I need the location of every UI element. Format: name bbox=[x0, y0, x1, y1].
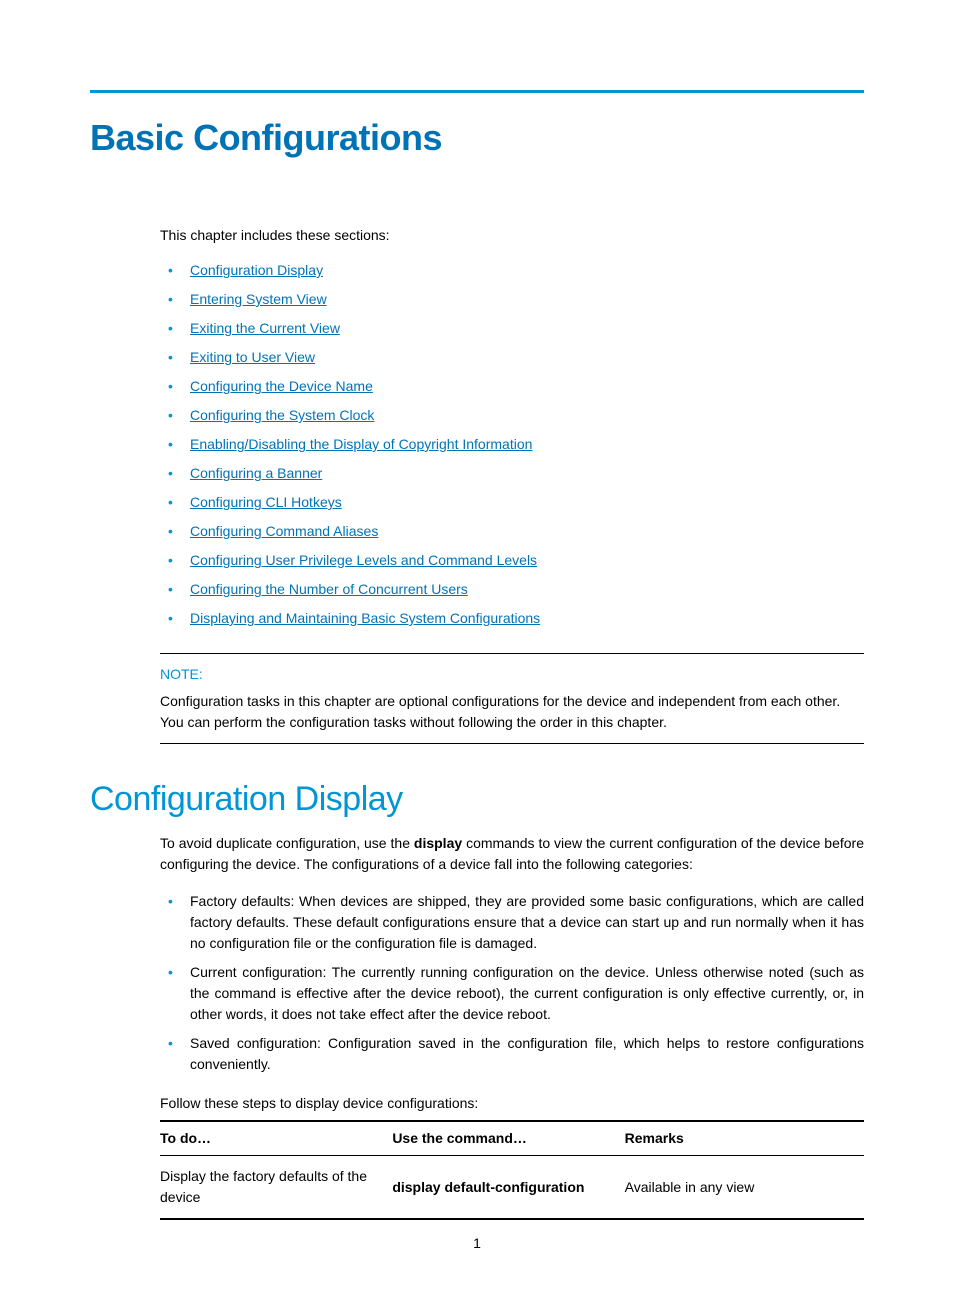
toc-link-exiting-current-view[interactable]: Exiting the Current View bbox=[190, 320, 340, 336]
text-span: To avoid duplicate configuration, use th… bbox=[160, 835, 414, 851]
intro-text: This chapter includes these sections: bbox=[160, 225, 864, 246]
toc-link-entering-system-view[interactable]: Entering System View bbox=[190, 291, 327, 307]
th-remarks: Remarks bbox=[625, 1121, 864, 1156]
table-row: Display the factory defaults of the devi… bbox=[160, 1156, 864, 1220]
th-cmd: Use the command… bbox=[392, 1121, 624, 1156]
toc-list: Configuration Display Entering System Vi… bbox=[160, 256, 864, 633]
toc-item: Exiting to User View bbox=[160, 343, 864, 372]
cell-remarks: Available in any view bbox=[625, 1156, 864, 1220]
toc-link-displaying-maintaining[interactable]: Displaying and Maintaining Basic System … bbox=[190, 610, 540, 626]
toc-item: Configuring Command Aliases bbox=[160, 517, 864, 546]
toc-link-copyright-display[interactable]: Enabling/Disabling the Display of Copyri… bbox=[190, 436, 532, 452]
toc-item: Configuration Display bbox=[160, 256, 864, 285]
toc-item: Configuring the System Clock bbox=[160, 401, 864, 430]
toc-item: Configuring the Number of Concurrent Use… bbox=[160, 575, 864, 604]
toc-item: Entering System View bbox=[160, 285, 864, 314]
th-todo: To do… bbox=[160, 1121, 392, 1156]
toc-item: Displaying and Maintaining Basic System … bbox=[160, 604, 864, 633]
page-number: 1 bbox=[0, 1233, 954, 1254]
list-item: Factory defaults: When devices are shipp… bbox=[160, 887, 864, 958]
cell-cmd: display default-configuration bbox=[392, 1156, 624, 1220]
table-header-row: To do… Use the command… Remarks bbox=[160, 1121, 864, 1156]
toc-item: Configuring a Banner bbox=[160, 459, 864, 488]
toc-link-user-privilege-levels[interactable]: Configuring User Privilege Levels and Co… bbox=[190, 552, 537, 568]
section-title: Configuration Display bbox=[90, 774, 864, 825]
toc-link-configuration-display[interactable]: Configuration Display bbox=[190, 262, 323, 278]
list-item: Current configuration: The currently run… bbox=[160, 958, 864, 1029]
bold-keyword: display bbox=[414, 835, 462, 851]
toc-link-configuring-device-name[interactable]: Configuring the Device Name bbox=[190, 378, 373, 394]
cell-todo: Display the factory defaults of the devi… bbox=[160, 1156, 392, 1220]
note-text: Configuration tasks in this chapter are … bbox=[160, 691, 864, 733]
command-table: To do… Use the command… Remarks Display … bbox=[160, 1120, 864, 1220]
toc-link-concurrent-users[interactable]: Configuring the Number of Concurrent Use… bbox=[190, 581, 468, 597]
toc-item: Configuring User Privilege Levels and Co… bbox=[160, 546, 864, 575]
section-intro-paragraph: To avoid duplicate configuration, use th… bbox=[160, 833, 864, 875]
page-title: Basic Configurations bbox=[90, 111, 864, 165]
toc-item: Configuring the Device Name bbox=[160, 372, 864, 401]
note-label: NOTE: bbox=[160, 664, 864, 685]
list-item: Saved configuration: Configuration saved… bbox=[160, 1029, 864, 1079]
toc-link-exiting-to-user-view[interactable]: Exiting to User View bbox=[190, 349, 315, 365]
toc-link-configuring-command-aliases[interactable]: Configuring Command Aliases bbox=[190, 523, 378, 539]
steps-intro: Follow these steps to display device con… bbox=[160, 1093, 864, 1114]
toc-link-configuring-banner[interactable]: Configuring a Banner bbox=[190, 465, 322, 481]
toc-item: Enabling/Disabling the Display of Copyri… bbox=[160, 430, 864, 459]
toc-link-configuring-system-clock[interactable]: Configuring the System Clock bbox=[190, 407, 374, 423]
toc-item: Configuring CLI Hotkeys bbox=[160, 488, 864, 517]
toc-item: Exiting the Current View bbox=[160, 314, 864, 343]
note-block: NOTE: Configuration tasks in this chapte… bbox=[160, 653, 864, 744]
top-rule bbox=[90, 90, 864, 93]
toc-link-configuring-cli-hotkeys[interactable]: Configuring CLI Hotkeys bbox=[190, 494, 342, 510]
categories-list: Factory defaults: When devices are shipp… bbox=[160, 887, 864, 1079]
